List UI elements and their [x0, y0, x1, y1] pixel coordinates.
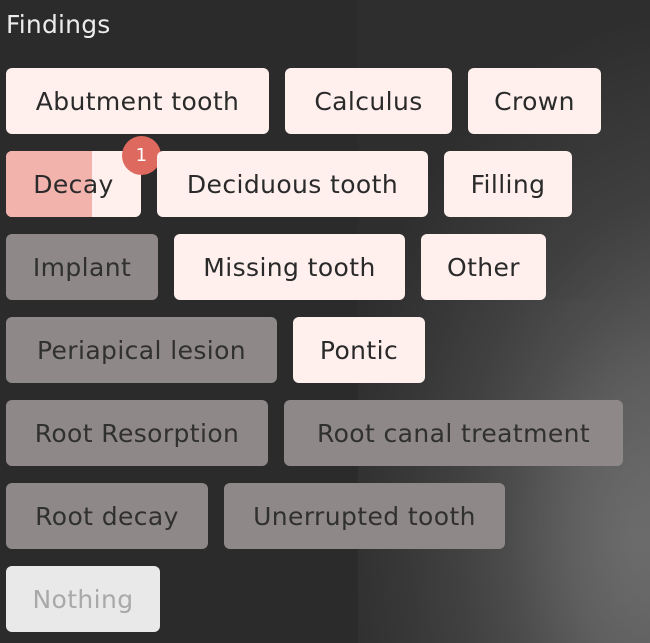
finding-label: Implant	[32, 252, 132, 282]
finding-root-resorption[interactable]: Root Resorption	[6, 400, 268, 466]
finding-calculus[interactable]: Calculus	[285, 68, 452, 134]
finding-label: Decay	[33, 169, 114, 199]
finding-label: Deciduous tooth	[186, 169, 399, 199]
finding-label: Calculus	[314, 86, 423, 116]
finding-other[interactable]: Other	[421, 234, 546, 300]
finding-crown[interactable]: Crown	[468, 68, 601, 134]
finding-filling[interactable]: Filling	[444, 151, 572, 217]
finding-label: Root canal treatment	[316, 418, 591, 448]
finding-nothing[interactable]: Nothing	[6, 566, 160, 632]
finding-label: Root decay	[35, 501, 179, 531]
finding-root-canal-treatment[interactable]: Root canal treatment	[284, 400, 623, 466]
finding-unerrupted-tooth[interactable]: Unerrupted tooth	[224, 483, 505, 549]
findings-title: Findings	[6, 10, 111, 39]
finding-label: Nothing	[32, 584, 134, 614]
finding-implant[interactable]: Implant	[6, 234, 158, 300]
count-badge: 1	[122, 136, 161, 175]
finding-label: Root Resorption	[34, 418, 240, 448]
finding-missing-tooth[interactable]: Missing tooth	[174, 234, 405, 300]
finding-root-decay[interactable]: Root decay	[6, 483, 208, 549]
finding-label: Filling	[470, 169, 546, 199]
finding-label: Pontic	[319, 335, 399, 365]
finding-periapical-lesion[interactable]: Periapical lesion	[6, 317, 277, 383]
finding-label: Abutment tooth	[35, 86, 240, 116]
finding-label: Missing tooth	[203, 252, 376, 282]
finding-pontic[interactable]: Pontic	[293, 317, 425, 383]
finding-label: Other	[447, 252, 520, 282]
finding-label: Periapical lesion	[36, 335, 247, 365]
finding-label: Crown	[494, 86, 575, 116]
finding-decay[interactable]: Decay 1	[6, 136, 161, 217]
finding-label: Unerrupted tooth	[253, 501, 476, 531]
finding-abutment-tooth[interactable]: Abutment tooth	[6, 68, 269, 134]
finding-deciduous-tooth[interactable]: Deciduous tooth	[157, 151, 428, 217]
